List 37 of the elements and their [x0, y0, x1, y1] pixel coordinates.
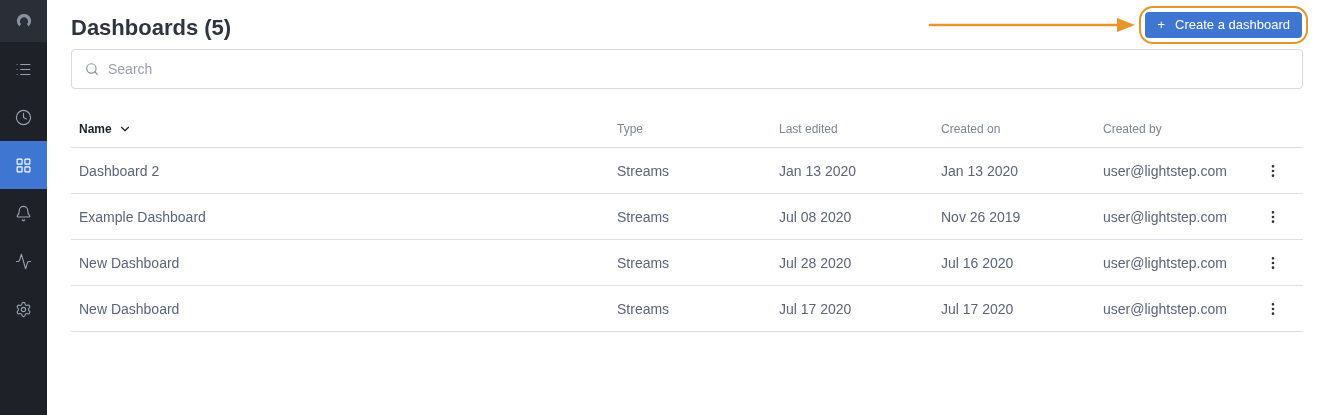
grid-icon — [15, 156, 32, 174]
table-cell-text: Streams — [616, 300, 671, 317]
page-title: Dashboards (5) — [71, 13, 232, 41]
logo-icon — [15, 13, 32, 29]
create-dashboard-button[interactable]: + Create a dashboard — [1145, 11, 1302, 38]
table-cell-text: Jan 13 2020 — [940, 162, 1020, 179]
table-cell-text: user@lightstep.com — [1102, 162, 1228, 179]
table-cell-text: Streams — [616, 162, 671, 179]
table-cell-text: New Dashboard — [78, 254, 181, 271]
table-cell-text: Example Dashboard — [78, 208, 207, 225]
table-cell-text: user@lightstep.com — [1102, 208, 1228, 225]
table-cell-text: Streams — [616, 208, 671, 225]
table-cell-text: Nov 26 2019 — [940, 208, 1022, 225]
column-header[interactable]: Type — [609, 122, 771, 136]
table-cell-text: Jul 28 2020 — [778, 254, 853, 271]
table-cell-text: Streams — [616, 254, 671, 271]
sidebar-item[interactable] — [0, 0, 47, 42]
search-icon — [85, 62, 99, 76]
table-cell-text: Jul 16 2020 — [940, 254, 1015, 271]
table-cell-text: Jan 13 2020 — [778, 162, 858, 179]
table-cell-text: Jul 17 2020 — [778, 300, 853, 317]
pulse-icon — [15, 252, 32, 270]
sidebar-item[interactable] — [0, 141, 47, 189]
column-header[interactable]: Created on — [933, 122, 1095, 136]
column-header[interactable]: Created by — [1095, 122, 1255, 136]
table-cell-text: Dashboard 2 — [78, 162, 161, 179]
table-cell-text: New Dashboard — [78, 300, 181, 317]
settings-icon — [15, 300, 32, 318]
column-header[interactable]: Last edited — [771, 122, 933, 136]
clock-icon — [15, 108, 32, 126]
search-field[interactable]: Search — [71, 49, 1303, 89]
table-cell-text: user@lightstep.com — [1102, 254, 1228, 271]
table-cell-text: Jul 17 2020 — [940, 300, 1015, 317]
column-header[interactable]: Name — [71, 122, 609, 136]
bell-icon — [15, 204, 32, 222]
table-cell-text: user@lightstep.com — [1102, 300, 1228, 317]
table-cell-text: Jul 08 2020 — [778, 208, 853, 225]
